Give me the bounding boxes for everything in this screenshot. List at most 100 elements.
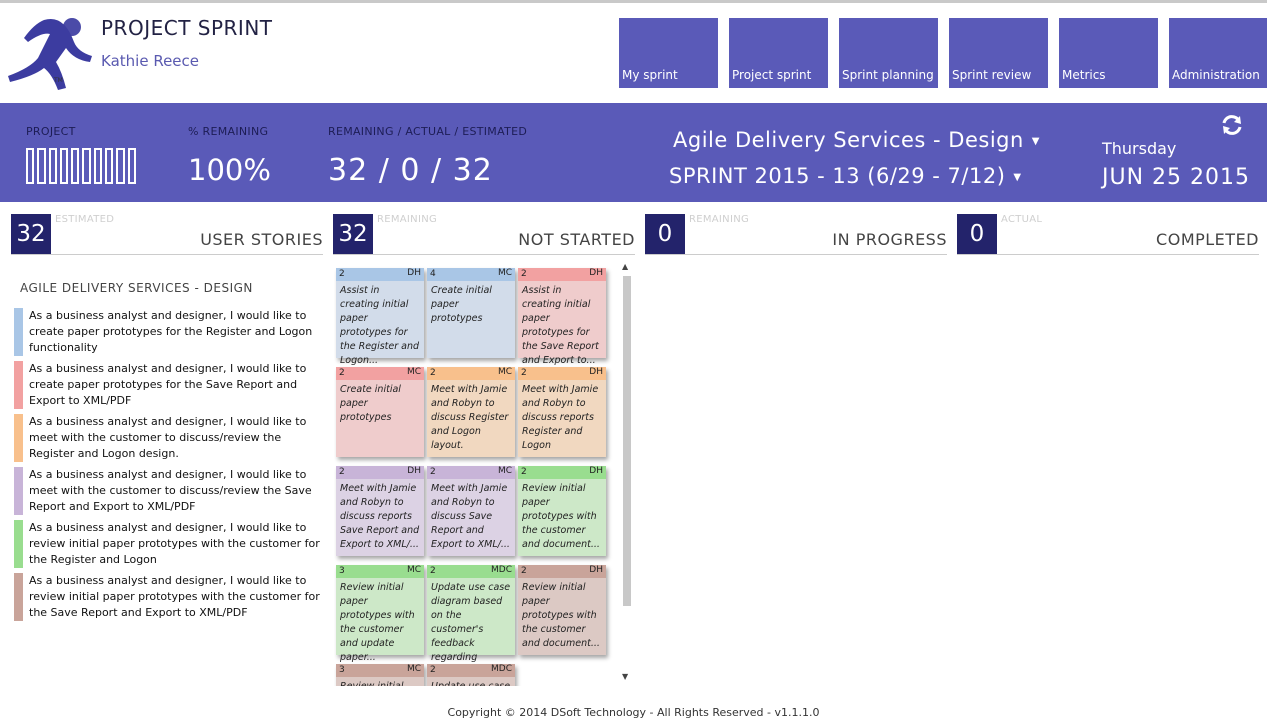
card-text: Create initial paper prototypes	[340, 384, 401, 423]
rae-value: 32 / 0 / 32	[328, 153, 493, 188]
card-owner: DH	[407, 466, 421, 476]
task-card[interactable]: 2 DH Review initial paper prototypes with …	[518, 466, 606, 556]
story-item[interactable]: As a business analyst and designer, I wo…	[14, 308, 319, 356]
card-text: Review initial	[336, 677, 424, 686]
story-color-swatch	[14, 361, 23, 409]
project-selector[interactable]: Agile Delivery Services - Design ▼	[673, 128, 1040, 152]
card-owner: MC	[406, 565, 421, 575]
card-owner: MC	[406, 664, 421, 674]
nav-sprint-review[interactable]: Sprint review	[949, 18, 1048, 88]
card-points: 2	[339, 467, 345, 477]
task-card[interactable]: 2 DH Meet with Jamie and Robyn to discuss …	[336, 466, 424, 556]
card-text: Review initial paper prototypes with the…	[522, 582, 600, 649]
card-owner: MC	[497, 367, 512, 377]
card-header: 2 DH	[518, 367, 606, 380]
card-owner: MDC	[491, 664, 512, 674]
story-color-swatch	[14, 467, 23, 515]
refresh-icon[interactable]	[1220, 113, 1244, 137]
scroll-up-arrow-icon[interactable]: ▲	[622, 262, 628, 271]
column-title: USER STORIES	[200, 230, 323, 249]
progress-segment	[37, 148, 46, 184]
sprint-name: SPRINT 2015 - 13 (6/29 - 7/12)	[669, 164, 1006, 188]
project-label: PROJECT	[26, 125, 76, 138]
task-card[interactable]: 2 DH Meet with Jamie and Robyn to discuss …	[518, 367, 606, 457]
current-date: JUN 25 2015	[1102, 165, 1251, 190]
scrollbar-thumb[interactable]	[623, 276, 631, 606]
column-completed: 0 ACTUAL COMPLETED	[957, 214, 1259, 255]
card-text: Meet with Jamie and Robyn to discuss rep…	[340, 483, 420, 550]
task-card[interactable]: 2 MC Meet with Jamie and Robyn to discuss …	[427, 466, 515, 556]
card-header: 2 MDC	[427, 565, 515, 578]
story-text: As a business analyst and designer, I wo…	[29, 521, 320, 566]
nav-sprint-planning[interactable]: Sprint planning	[839, 18, 938, 88]
progress-segment	[71, 148, 80, 184]
count-badge: 0	[957, 214, 997, 254]
task-card[interactable]: 2 MDC Update use case	[427, 664, 515, 686]
card-owner: MC	[406, 367, 421, 377]
card-text: Review initial paper prototypes with the…	[522, 483, 600, 550]
task-card[interactable]: 2 MDC Update use case diagram based on the…	[427, 565, 515, 677]
card-owner: DH	[589, 565, 603, 575]
chevron-down-icon: ▼	[1013, 171, 1022, 183]
count-badge: 32	[11, 214, 51, 254]
card-owner: DH	[589, 367, 603, 377]
story-color-swatch	[14, 414, 23, 462]
column-user-stories: 32 ESTIMATED USER STORIES	[11, 214, 323, 255]
chevron-down-icon: ▼	[1031, 135, 1040, 147]
progress-segment	[48, 148, 57, 184]
not-started-board: 2 DH Assist in creating initial paper prot…	[334, 262, 634, 686]
story-item[interactable]: As a business analyst and designer, I wo…	[14, 573, 320, 621]
progress-segment	[26, 148, 35, 184]
user-name[interactable]: Kathie Reece	[101, 52, 199, 70]
card-text: Update use case	[427, 677, 515, 686]
nav-my-sprint[interactable]: My sprint	[619, 18, 718, 88]
card-text: Review initial paper prototypes with the…	[340, 582, 415, 663]
card-text: Meet with Jamie and Robyn to discuss Reg…	[431, 384, 509, 451]
scroll-down-arrow-icon[interactable]: ▼	[622, 672, 628, 681]
story-item[interactable]: As a business analyst and designer, I wo…	[14, 361, 319, 409]
card-owner: DH	[407, 268, 421, 278]
task-card[interactable]: 3 MC Review initial	[336, 664, 424, 686]
task-card[interactable]: 2 MC Meet with Jamie and Robyn to discuss …	[427, 367, 515, 457]
column-in-progress: 0 REMAINING IN PROGRESS	[645, 214, 947, 255]
current-day: Thursday	[1102, 139, 1177, 158]
card-points: 2	[521, 269, 527, 279]
card-header: 2 DH	[336, 268, 424, 281]
nav-project-sprint[interactable]: Project sprint	[729, 18, 828, 88]
rae-label: REMAINING / ACTUAL / ESTIMATED	[328, 125, 528, 138]
card-points: 4	[430, 269, 436, 279]
task-card[interactable]: 3 MC Review initial paper prototypes with …	[336, 565, 424, 663]
task-card[interactable]: 2 DH Assist in creating initial paper prot…	[518, 268, 606, 366]
task-card[interactable]: 2 DH Assist in creating initial paper prot…	[336, 268, 424, 366]
top-border	[0, 0, 1267, 3]
story-text: As a business analyst and designer, I wo…	[29, 309, 313, 354]
story-text: As a business analyst and designer, I wo…	[29, 415, 307, 460]
footer-copyright: Copyright © 2014 DSoft Technology - All …	[447, 706, 820, 719]
task-card[interactable]: 2 DH Review initial paper prototypes with …	[518, 565, 606, 655]
nav-metrics[interactable]: Metrics	[1059, 18, 1158, 88]
column-subtitle: ESTIMATED	[55, 214, 115, 225]
column-title: COMPLETED	[1156, 230, 1259, 249]
logo-trademark: TM	[53, 77, 63, 84]
card-text: Assist in creating initial paper prototy…	[340, 285, 420, 366]
card-points: 2	[430, 368, 436, 378]
story-text: As a business analyst and designer, I wo…	[29, 362, 307, 407]
card-header: 2 MDC	[427, 664, 515, 677]
card-header: 2 DH	[518, 565, 606, 578]
progress-segment	[116, 148, 125, 184]
task-card[interactable]: 2 MC Create initial paper prototypes	[336, 367, 424, 457]
progress-segment	[82, 148, 91, 184]
card-header: 2 DH	[518, 466, 606, 479]
story-group-heading: AGILE DELIVERY SERVICES - DESIGN	[20, 281, 253, 295]
count-badge: 0	[645, 214, 685, 254]
card-text: Assist in creating initial paper prototy…	[522, 285, 599, 366]
story-item[interactable]: As a business analyst and designer, I wo…	[14, 414, 319, 462]
story-item[interactable]: As a business analyst and designer, I wo…	[14, 467, 319, 515]
card-points: 2	[430, 467, 436, 477]
sprint-selector[interactable]: SPRINT 2015 - 13 (6/29 - 7/12) ▼	[669, 164, 1022, 188]
story-item[interactable]: As a business analyst and designer, I wo…	[14, 520, 320, 568]
task-card[interactable]: 4 MC Create initial paper prototypes	[427, 268, 515, 358]
card-header: 2 DH	[336, 466, 424, 479]
nav-administration[interactable]: Administration	[1169, 18, 1267, 88]
app-title: PROJECT SPRINT	[101, 16, 273, 40]
